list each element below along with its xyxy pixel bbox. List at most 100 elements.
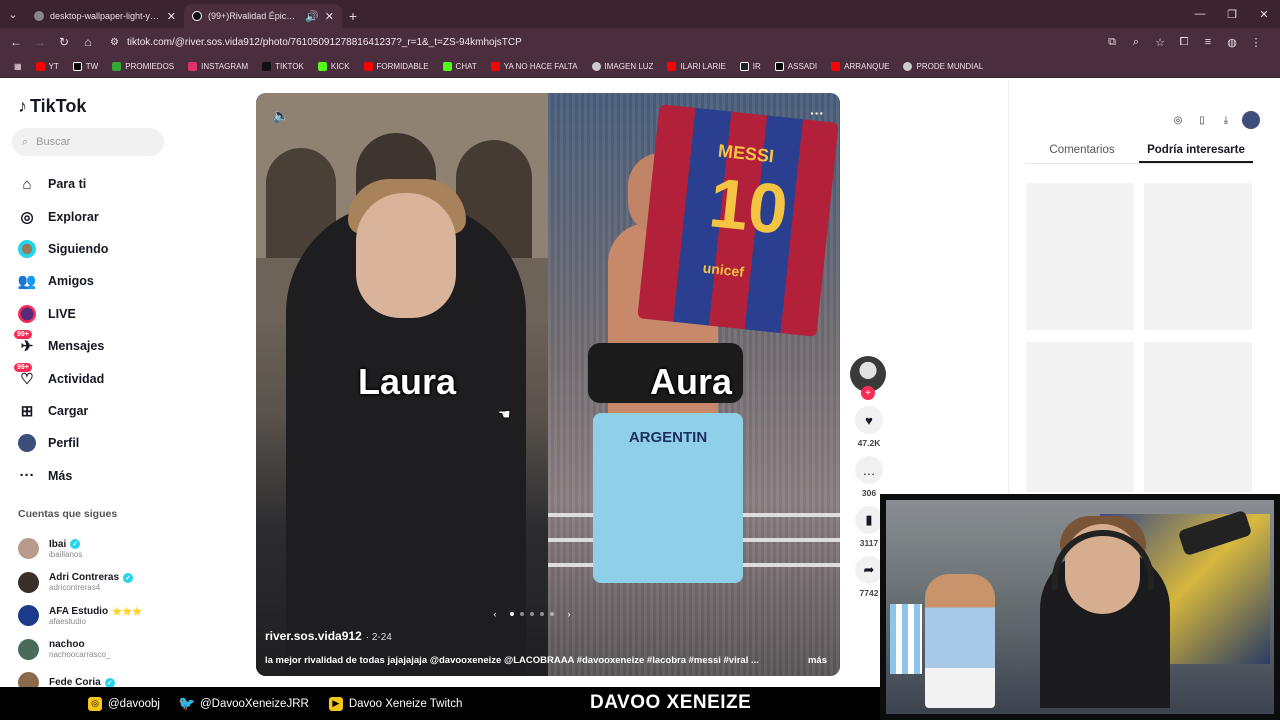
- reload-icon[interactable]: ↻: [52, 30, 76, 54]
- tiktok-icon: [262, 62, 272, 71]
- bookmark-chat[interactable]: CHAT: [437, 62, 483, 71]
- following-item[interactable]: Adri Contreras ✓ adricontreras4: [18, 566, 178, 600]
- instagram-handle: ◎ @davoobj: [88, 696, 160, 711]
- volume-icon[interactable]: 🔈: [272, 107, 289, 124]
- tab-close-icon[interactable]: ✕: [325, 10, 334, 23]
- following-item[interactable]: Ibai ✓ ibaillanos: [18, 532, 178, 566]
- back-icon[interactable]: ←: [4, 30, 28, 54]
- bookmark-assadi[interactable]: ASSADI: [769, 62, 823, 71]
- tab-audio-icon[interactable]: 🔊: [305, 10, 319, 23]
- tiktok-logo[interactable]: ♪ TikTok: [18, 96, 86, 117]
- post-author[interactable]: river.sos.vida912 · 2-24: [265, 629, 392, 643]
- sidebar-item-actividad[interactable]: ♡ 99+ Actividad: [14, 362, 174, 394]
- extensions-icon[interactable]: ⧠: [1174, 36, 1194, 49]
- more-options-icon[interactable]: ···: [810, 105, 824, 121]
- search-input[interactable]: ⌕ Buscar: [12, 128, 164, 156]
- bookmark-ir[interactable]: IR: [734, 62, 767, 71]
- following-list: Ibai ✓ ibaillanos Adri Contreras ✓ adricon…: [18, 532, 178, 687]
- reading-list-icon[interactable]: ≡: [1198, 36, 1218, 48]
- twitter-handle: 🐦 @DavooXeneizeJRR: [178, 695, 309, 711]
- coin-icon[interactable]: ◎: [1170, 112, 1186, 128]
- globe-icon: [591, 62, 601, 71]
- bookmark-tw[interactable]: TW: [67, 62, 104, 71]
- sidebar-item-mas[interactable]: ··· Más: [14, 460, 174, 492]
- carousel-dot[interactable]: [510, 612, 514, 616]
- carousel-next-icon[interactable]: ›: [560, 605, 578, 623]
- sidebar-item-explorar[interactable]: ◎ Explorar: [14, 200, 174, 232]
- follow-plus-icon[interactable]: +: [861, 386, 875, 400]
- stars-icon: ⭐⭐⭐: [112, 606, 142, 616]
- top-right-icons: ◎ ▯ ⤓: [1140, 107, 1260, 133]
- like-count: 47.2K: [857, 438, 881, 448]
- home-icon[interactable]: ⌂: [76, 30, 100, 54]
- site-info-icon[interactable]: ⚙: [110, 37, 119, 48]
- sidebar-item-para-ti[interactable]: ⌂ Para ti: [14, 168, 174, 200]
- x-icon: [774, 62, 784, 71]
- bookmark-yt[interactable]: YT: [30, 62, 65, 71]
- install-app-icon[interactable]: ⧉: [1102, 36, 1122, 49]
- caption-more-link[interactable]: más: [808, 655, 827, 666]
- following-avatar-icon: [18, 239, 36, 258]
- avatar: [18, 605, 39, 627]
- sidebar-item-live[interactable]: LIVE: [14, 298, 174, 330]
- bookmark-ilari-larie[interactable]: ILARI LARIE: [661, 62, 731, 71]
- address-bar[interactable]: ⚙ tiktok.com/@river.sos.vida912/photo/76…: [104, 32, 1084, 52]
- carousel-dot[interactable]: [540, 612, 544, 616]
- following-item[interactable]: nachoo nachoocarrasco_: [18, 633, 178, 667]
- overlay-word-left: Laura: [358, 361, 457, 402]
- bookmark-ya-no-hace-falta[interactable]: YA NO HACE FALTA: [485, 62, 584, 71]
- menu-icon[interactable]: ⋮: [1246, 36, 1266, 49]
- window-controls: — ❐ ✕: [1184, 0, 1280, 28]
- close-window-icon[interactable]: ✕: [1248, 0, 1280, 28]
- forward-icon[interactable]: →: [28, 30, 52, 54]
- avatar: [18, 638, 39, 660]
- bookmark-promiedos[interactable]: PROMIEDOS: [106, 62, 180, 71]
- bookmark-arranque[interactable]: ARRANQUE: [825, 62, 895, 71]
- comment-action[interactable]: … 306: [850, 456, 888, 498]
- person-left-face: [356, 193, 456, 318]
- browser-tab-2[interactable]: (99+)Rivalidad Épica: Barcel 🔊 ✕: [184, 4, 342, 28]
- tab-podria-interesarte[interactable]: Podría interesarte: [1139, 138, 1253, 163]
- sidebar-item-cargar[interactable]: ⊞ Cargar: [14, 395, 174, 427]
- mk-icon: [739, 62, 749, 71]
- post-media[interactable]: MESSI 10 unicef ARGENTIN Laura Aura 🔈 ··…: [256, 93, 840, 676]
- carousel-prev-icon[interactable]: ‹: [486, 605, 504, 623]
- following-item[interactable]: Fede Coria ✓: [18, 666, 178, 687]
- carousel-dot[interactable]: [530, 612, 534, 616]
- home-icon: ⌂: [22, 175, 32, 193]
- bookmark-formidable[interactable]: FORMIDABLE: [358, 62, 435, 71]
- zoom-icon[interactable]: ⌕: [1126, 36, 1146, 49]
- avatar: [18, 571, 39, 593]
- verified-icon: ✓: [104, 677, 115, 687]
- like-action[interactable]: ♥ 47.2K: [850, 406, 888, 448]
- minimize-icon[interactable]: —: [1184, 0, 1216, 28]
- sidebar-item-amigos[interactable]: 👥 Amigos: [14, 265, 174, 297]
- bookmark-prode-mundial[interactable]: PRODE MUNDIAL: [897, 62, 989, 71]
- tab-search-icon[interactable]: ⌄: [0, 0, 26, 28]
- apps-icon[interactable]: ▦: [8, 62, 28, 71]
- tab-close-icon[interactable]: ✕: [167, 10, 176, 23]
- sidebar-item-perfil[interactable]: Perfil: [14, 427, 174, 459]
- carousel-dot[interactable]: [550, 612, 554, 616]
- bookmark-kick[interactable]: KICK: [312, 62, 356, 71]
- bookmark-tiktok[interactable]: TIKTOK: [256, 62, 310, 71]
- youtube-icon: [363, 62, 373, 71]
- carousel-dot[interactable]: [520, 612, 524, 616]
- sidebar-item-mensajes[interactable]: ✈ 99+ Mensajes: [14, 330, 174, 362]
- new-tab-button[interactable]: +: [342, 4, 364, 28]
- user-avatar[interactable]: [1242, 111, 1260, 129]
- download-icon[interactable]: ⤓: [1218, 112, 1234, 128]
- author-avatar[interactable]: +: [850, 356, 886, 400]
- sidebar-item-siguiendo[interactable]: Siguiendo: [14, 233, 174, 265]
- star-icon[interactable]: ☆: [1150, 36, 1170, 49]
- profile-icon[interactable]: ◍: [1222, 36, 1242, 49]
- following-item[interactable]: AFA Estudio ⭐⭐⭐ afaestudio: [18, 599, 178, 633]
- tiktok-note-icon: ♪: [18, 96, 27, 116]
- tab-comentarios[interactable]: Comentarios: [1025, 138, 1139, 163]
- device-icon[interactable]: ▯: [1194, 112, 1210, 128]
- youtube-icon: ▶: [328, 696, 343, 711]
- bookmark-instagram[interactable]: INSTAGRAM: [182, 62, 254, 71]
- bookmark-imagen-luz[interactable]: IMAGEN LUZ: [586, 62, 660, 71]
- browser-tab-1[interactable]: desktop-wallpaper-light-yellow ✕: [26, 4, 184, 28]
- restore-icon[interactable]: ❐: [1216, 0, 1248, 28]
